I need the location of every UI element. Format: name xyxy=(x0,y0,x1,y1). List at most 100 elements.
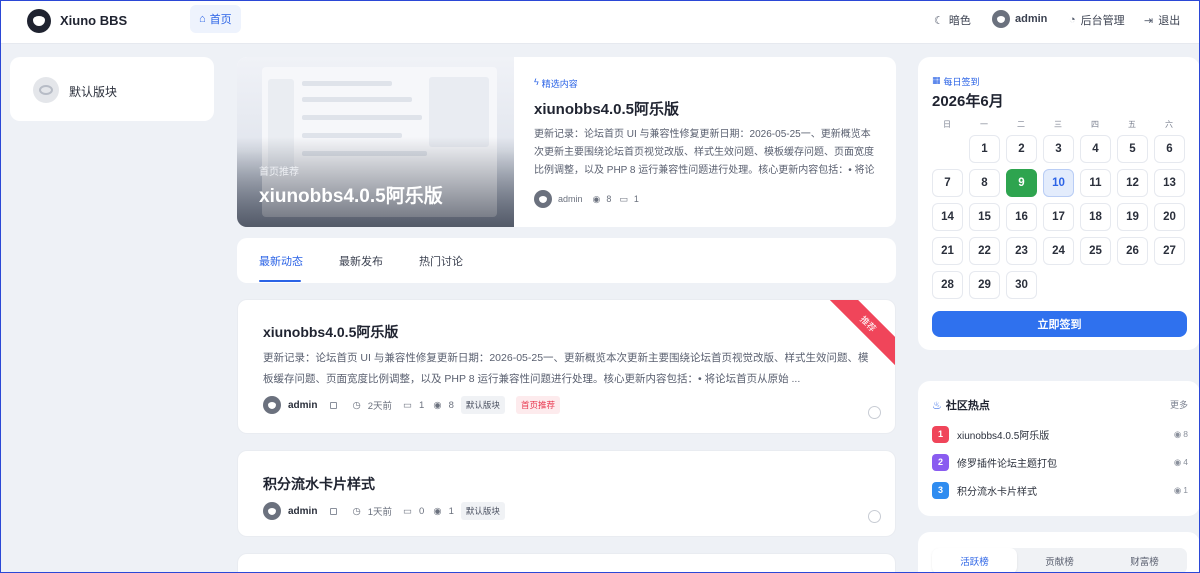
calendar-day[interactable]: 15 xyxy=(969,203,1000,231)
post-card[interactable]: 积分流水卡片样式 admin ◷ 1天前 ▭ 0 ◉ 1 默认版块 xyxy=(237,450,896,537)
featured-excerpt: 更新记录：论坛首页 UI 与兼容性修复更新日期：2026-05-25一、更新概览… xyxy=(534,129,875,176)
comment-icon: ▭ xyxy=(403,399,413,411)
checkin-heading-label: 每日签到 xyxy=(943,77,980,87)
nav-home[interactable]: ⌂ 首页 xyxy=(190,5,241,33)
calendar-day[interactable]: 1 xyxy=(969,135,1000,163)
post-comments: 1 xyxy=(419,399,425,411)
calendar-day[interactable]: 28 xyxy=(932,271,963,299)
post-author[interactable]: admin xyxy=(288,400,317,411)
site-logo[interactable] xyxy=(27,9,51,33)
brand-name[interactable]: Xiuno BBS xyxy=(60,13,127,28)
calendar-day[interactable]: 23 xyxy=(1006,237,1037,265)
calendar-day[interactable]: 27 xyxy=(1154,237,1185,265)
featured-image[interactable]: 首页推荐 xiunobbs4.0.5阿乐版 xyxy=(237,57,514,227)
avatar[interactable] xyxy=(263,396,281,414)
admin-panel-link[interactable]: ◔ 后台管理 xyxy=(1069,12,1125,28)
calendar-day[interactable]: 19 xyxy=(1117,203,1148,231)
post-author[interactable]: admin xyxy=(288,506,317,517)
rank-badge: 1 xyxy=(932,425,949,443)
calendar-day[interactable]: 22 xyxy=(969,237,1000,265)
calendar-day[interactable]: 17 xyxy=(1043,203,1074,231)
post-card[interactable] xyxy=(237,553,896,573)
forum-item-default[interactable]: 默认版块 xyxy=(69,83,117,100)
logout-icon: ⇥ xyxy=(1144,14,1154,27)
eye-icon: ◉ xyxy=(1173,456,1182,467)
hot-item[interactable]: 3 积分流水卡片样式 ◉ 1 xyxy=(932,481,1188,499)
calendar-day[interactable]: 26 xyxy=(1117,237,1148,265)
calendar-day[interactable]: 14 xyxy=(932,203,963,231)
hot-item-title[interactable]: 修罗插件论坛主题打包 xyxy=(957,455,1174,470)
forum-tag[interactable]: 默认版块 xyxy=(460,396,505,414)
comment-icon: ▭ xyxy=(619,193,628,204)
calendar-month: 2026年6月 xyxy=(932,93,1004,110)
calendar-day[interactable]: 4 xyxy=(1080,135,1111,163)
featured-author[interactable]: admin xyxy=(558,194,583,204)
featured-badge-label: 精选内容 xyxy=(541,79,578,89)
post-views: 8 xyxy=(448,399,454,411)
checkin-button[interactable]: 立即签到 xyxy=(932,311,1187,337)
calendar-day[interactable]: 6 xyxy=(1154,135,1185,163)
rank-badge: 2 xyxy=(932,453,949,471)
forum-list-card: 默认版块 xyxy=(10,57,214,121)
admin-panel-label: 后台管理 xyxy=(1080,15,1125,27)
featured-title[interactable]: xiunobbs4.0.5阿乐版 xyxy=(534,98,679,119)
tab-contribution-rank[interactable]: 贡献榜 xyxy=(1017,548,1102,573)
calendar-day[interactable]: 7 xyxy=(932,169,963,197)
calendar-day[interactable]: 18 xyxy=(1080,203,1111,231)
hot-item[interactable]: 1 xiunobbs4.0.5阿乐版 ◉ 8 xyxy=(932,425,1188,443)
hot-item[interactable]: 2 修罗插件论坛主题打包 ◉ 4 xyxy=(932,453,1188,471)
calendar-day[interactable]: 2 xyxy=(1006,135,1037,163)
featured-post-card[interactable]: 首页推荐 xiunobbs4.0.5阿乐版 ϟ 精选内容 xiunobbs4.0… xyxy=(237,57,896,227)
hot-item-title[interactable]: 积分流水卡片样式 xyxy=(957,483,1174,498)
select-radio[interactable] xyxy=(868,406,881,419)
featured-views: 8 xyxy=(606,194,612,204)
hot-item-title[interactable]: xiunobbs4.0.5阿乐版 xyxy=(957,427,1174,442)
weekday-label: 四 xyxy=(1091,120,1099,129)
calendar-day[interactable]: 25 xyxy=(1080,237,1111,265)
calendar-day[interactable]: 29 xyxy=(969,271,1000,299)
calendar-day[interactable]: 24 xyxy=(1043,237,1074,265)
tab-hot-discussions[interactable]: 热门讨论 xyxy=(419,253,463,269)
calendar-day[interactable]: 8 xyxy=(969,169,1000,197)
hot-more-link[interactable]: 更多 xyxy=(1170,398,1188,411)
tab-wealth-rank[interactable]: 财富榜 xyxy=(1102,548,1187,573)
ranking-card: 活跃榜 贡献榜 财富榜 xyxy=(918,532,1200,573)
calendar-day[interactable]: 20 xyxy=(1154,203,1185,231)
select-radio[interactable] xyxy=(868,510,881,523)
calendar-day[interactable]: 12 xyxy=(1117,169,1148,197)
moon-icon: ☾ xyxy=(934,14,944,27)
tab-latest-activity[interactable]: 最新动态 xyxy=(259,253,303,269)
user-menu[interactable]: admin xyxy=(992,10,1047,28)
calendar-day[interactable]: 9 xyxy=(1006,169,1037,197)
calendar-day[interactable]: 21 xyxy=(932,237,963,265)
avatar[interactable] xyxy=(263,502,281,520)
clock-icon: ◷ xyxy=(352,399,361,411)
post-meta: admin ◷ 1天前 ▭ 0 ◉ 1 默认版块 xyxy=(263,502,505,520)
post-title[interactable]: 积分流水卡片样式 xyxy=(263,474,375,494)
checkbox-icon xyxy=(330,507,338,515)
calendar-day[interactable]: 5 xyxy=(1117,135,1148,163)
hot-heading: ♨ 社区热点 xyxy=(932,397,990,413)
dark-mode-toggle[interactable]: ☾ 暗色 xyxy=(934,12,971,28)
checkbox-icon xyxy=(330,401,338,409)
calendar-day[interactable]: 3 xyxy=(1043,135,1074,163)
forum-tag[interactable]: 默认版块 xyxy=(460,502,505,520)
post-views: 1 xyxy=(448,505,454,517)
eye-icon: ◉ xyxy=(433,399,442,411)
lightning-icon: ϟ xyxy=(534,77,539,87)
calendar-day[interactable]: 30 xyxy=(1006,271,1037,299)
calendar-day[interactable]: 11 xyxy=(1080,169,1111,197)
avatar[interactable] xyxy=(534,190,552,208)
post-comments: 0 xyxy=(419,505,425,517)
calendar-day[interactable]: 13 xyxy=(1154,169,1185,197)
calendar-day[interactable]: 16 xyxy=(1006,203,1037,231)
tab-latest-posts[interactable]: 最新发布 xyxy=(339,253,383,269)
post-card[interactable]: 推荐 xiunobbs4.0.5阿乐版 更新记录：论坛首页 UI 与兼容性修复更… xyxy=(237,299,896,434)
post-title[interactable]: xiunobbs4.0.5阿乐版 xyxy=(263,322,398,342)
weekday-label: 六 xyxy=(1165,120,1173,129)
tab-active-rank[interactable]: 活跃榜 xyxy=(932,548,1017,573)
featured-image-tag: 首页推荐 xyxy=(259,167,299,178)
eye-icon: ◉ xyxy=(1173,484,1182,495)
logout-link[interactable]: ⇥ 退出 xyxy=(1144,12,1180,28)
calendar-day[interactable]: 10 xyxy=(1043,169,1074,197)
